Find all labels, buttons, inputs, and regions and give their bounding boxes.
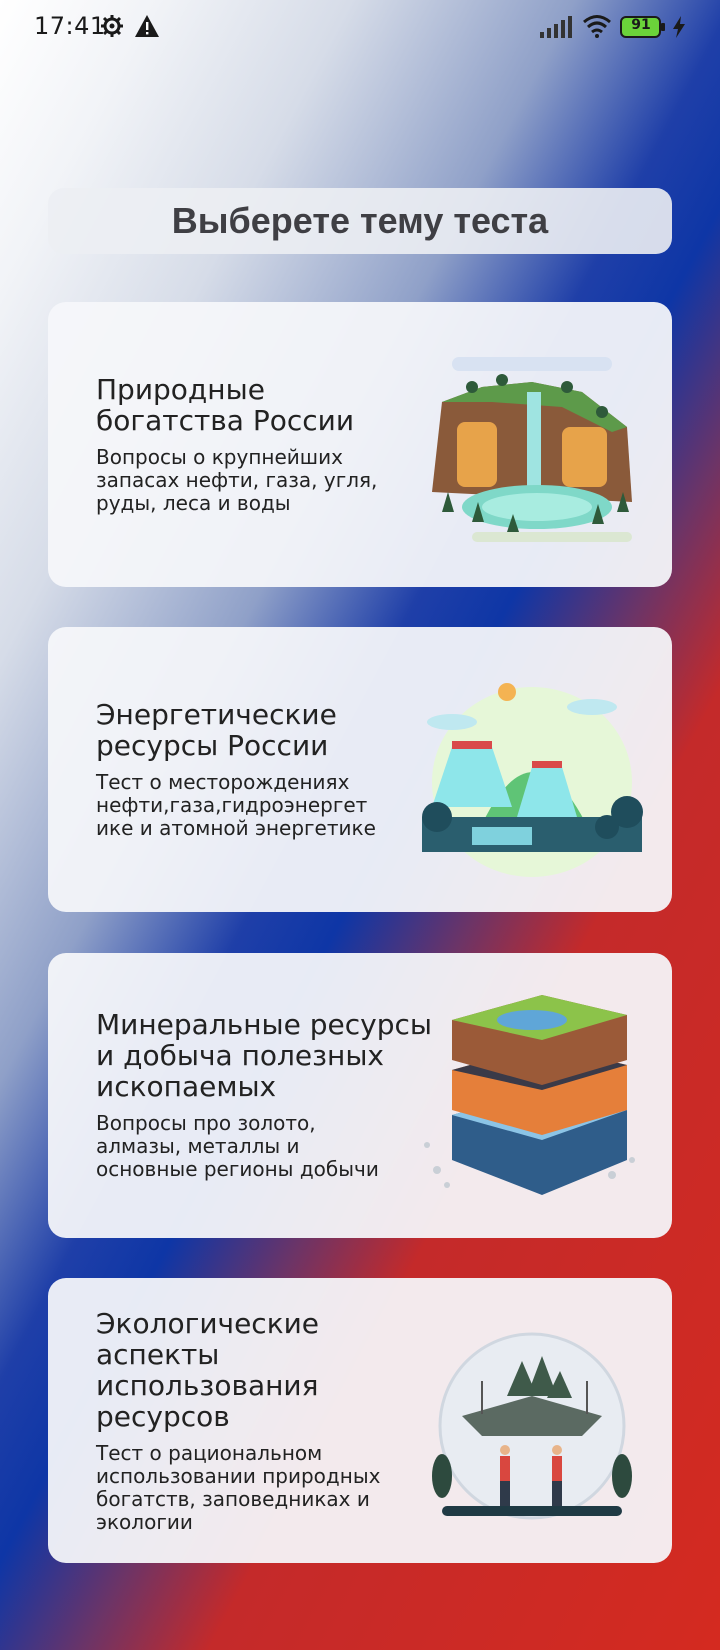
battery-icon: 91 — [620, 15, 666, 43]
earth-layers-illustration — [424, 995, 635, 1195]
topic-description-line: ике и атомной энергетике — [96, 816, 376, 840]
ecology-globe-illustration — [432, 1332, 632, 1520]
topic-title-line: ископаемых — [96, 1070, 277, 1103]
topic-description-line: Тест о месторождениях — [96, 770, 350, 794]
topic-title: Минеральные ресурсы и добыча полезных ис… — [96, 1009, 446, 1102]
signal-icon — [540, 16, 572, 42]
natural-landscape-illustration — [432, 357, 632, 542]
page-title: Выберете тему теста — [171, 200, 549, 241]
topic-description-line: запасах нефти, газа, угля, — [96, 468, 378, 492]
topic-description-line: основные регионы добычи — [96, 1157, 379, 1181]
topic-card-ecological-aspects[interactable]: Экологические аспекты использования ресу… — [48, 1278, 672, 1563]
topic-description-line: Тест о рациональном — [96, 1441, 323, 1465]
topic-title: Природные богатства России — [96, 374, 416, 436]
topic-description-line: Вопросы о крупнейших — [96, 445, 343, 469]
topic-title-line: Природные — [96, 373, 265, 406]
topic-card-natural-resources[interactable]: Природные богатства России Вопросы о кру… — [48, 302, 672, 587]
topic-description-line: нефти,газа,гидроэнергет — [96, 793, 368, 817]
topic-description-line: руды, леса и воды — [96, 491, 291, 515]
topic-description-line: Вопросы про золото, — [96, 1111, 316, 1135]
charging-icon — [672, 16, 686, 42]
topic-title-line: ресурсов — [96, 1400, 230, 1433]
topic-card-mineral-resources[interactable]: Минеральные ресурсы и добыча полезных ис… — [48, 953, 672, 1238]
battery-level: 91 — [631, 17, 651, 33]
topic-title-line: Минеральные ресурсы — [96, 1008, 432, 1041]
topic-title-line: богатства России — [96, 404, 355, 437]
topic-card-energy-resources[interactable]: Энергетические ресурсы России Тест о мес… — [48, 627, 672, 912]
topic-title-line: использования — [96, 1369, 319, 1402]
topic-title-line: и добыча полезных — [96, 1039, 384, 1072]
page-title-box: Выберете тему теста — [48, 188, 672, 254]
topic-title: Энергетические ресурсы России — [96, 699, 416, 761]
topic-description-line: алмазы, металлы и — [96, 1134, 300, 1158]
status-bar: 17:41 91 — [0, 0, 720, 56]
topic-title-line: ресурсы России — [96, 729, 329, 762]
gear-icon — [100, 14, 124, 42]
topic-description-line: экологии — [96, 1510, 193, 1534]
power-plant-illustration — [422, 683, 643, 877]
topic-description-line: использовании природных — [96, 1464, 381, 1488]
wifi-icon — [582, 14, 612, 42]
topic-description: Тест о рациональном использовании природ… — [96, 1442, 446, 1534]
topic-title: Экологические аспекты использования ресу… — [96, 1308, 446, 1432]
topic-description: Вопросы о крупнейших запасах нефти, газа… — [96, 446, 416, 515]
topic-title-line: аспекты — [96, 1338, 220, 1371]
topic-description: Вопросы про золото, алмазы, металлы и ос… — [96, 1112, 446, 1181]
topic-description-line: богатств, заповедниках и — [96, 1487, 370, 1511]
topic-title-line: Экологические — [96, 1307, 320, 1340]
warning-icon — [134, 14, 160, 42]
status-time: 17:41 — [34, 12, 106, 40]
topic-description: Тест о месторождениях нефти,газа,гидроэн… — [96, 771, 416, 840]
topic-title-line: Энергетические — [96, 698, 337, 731]
